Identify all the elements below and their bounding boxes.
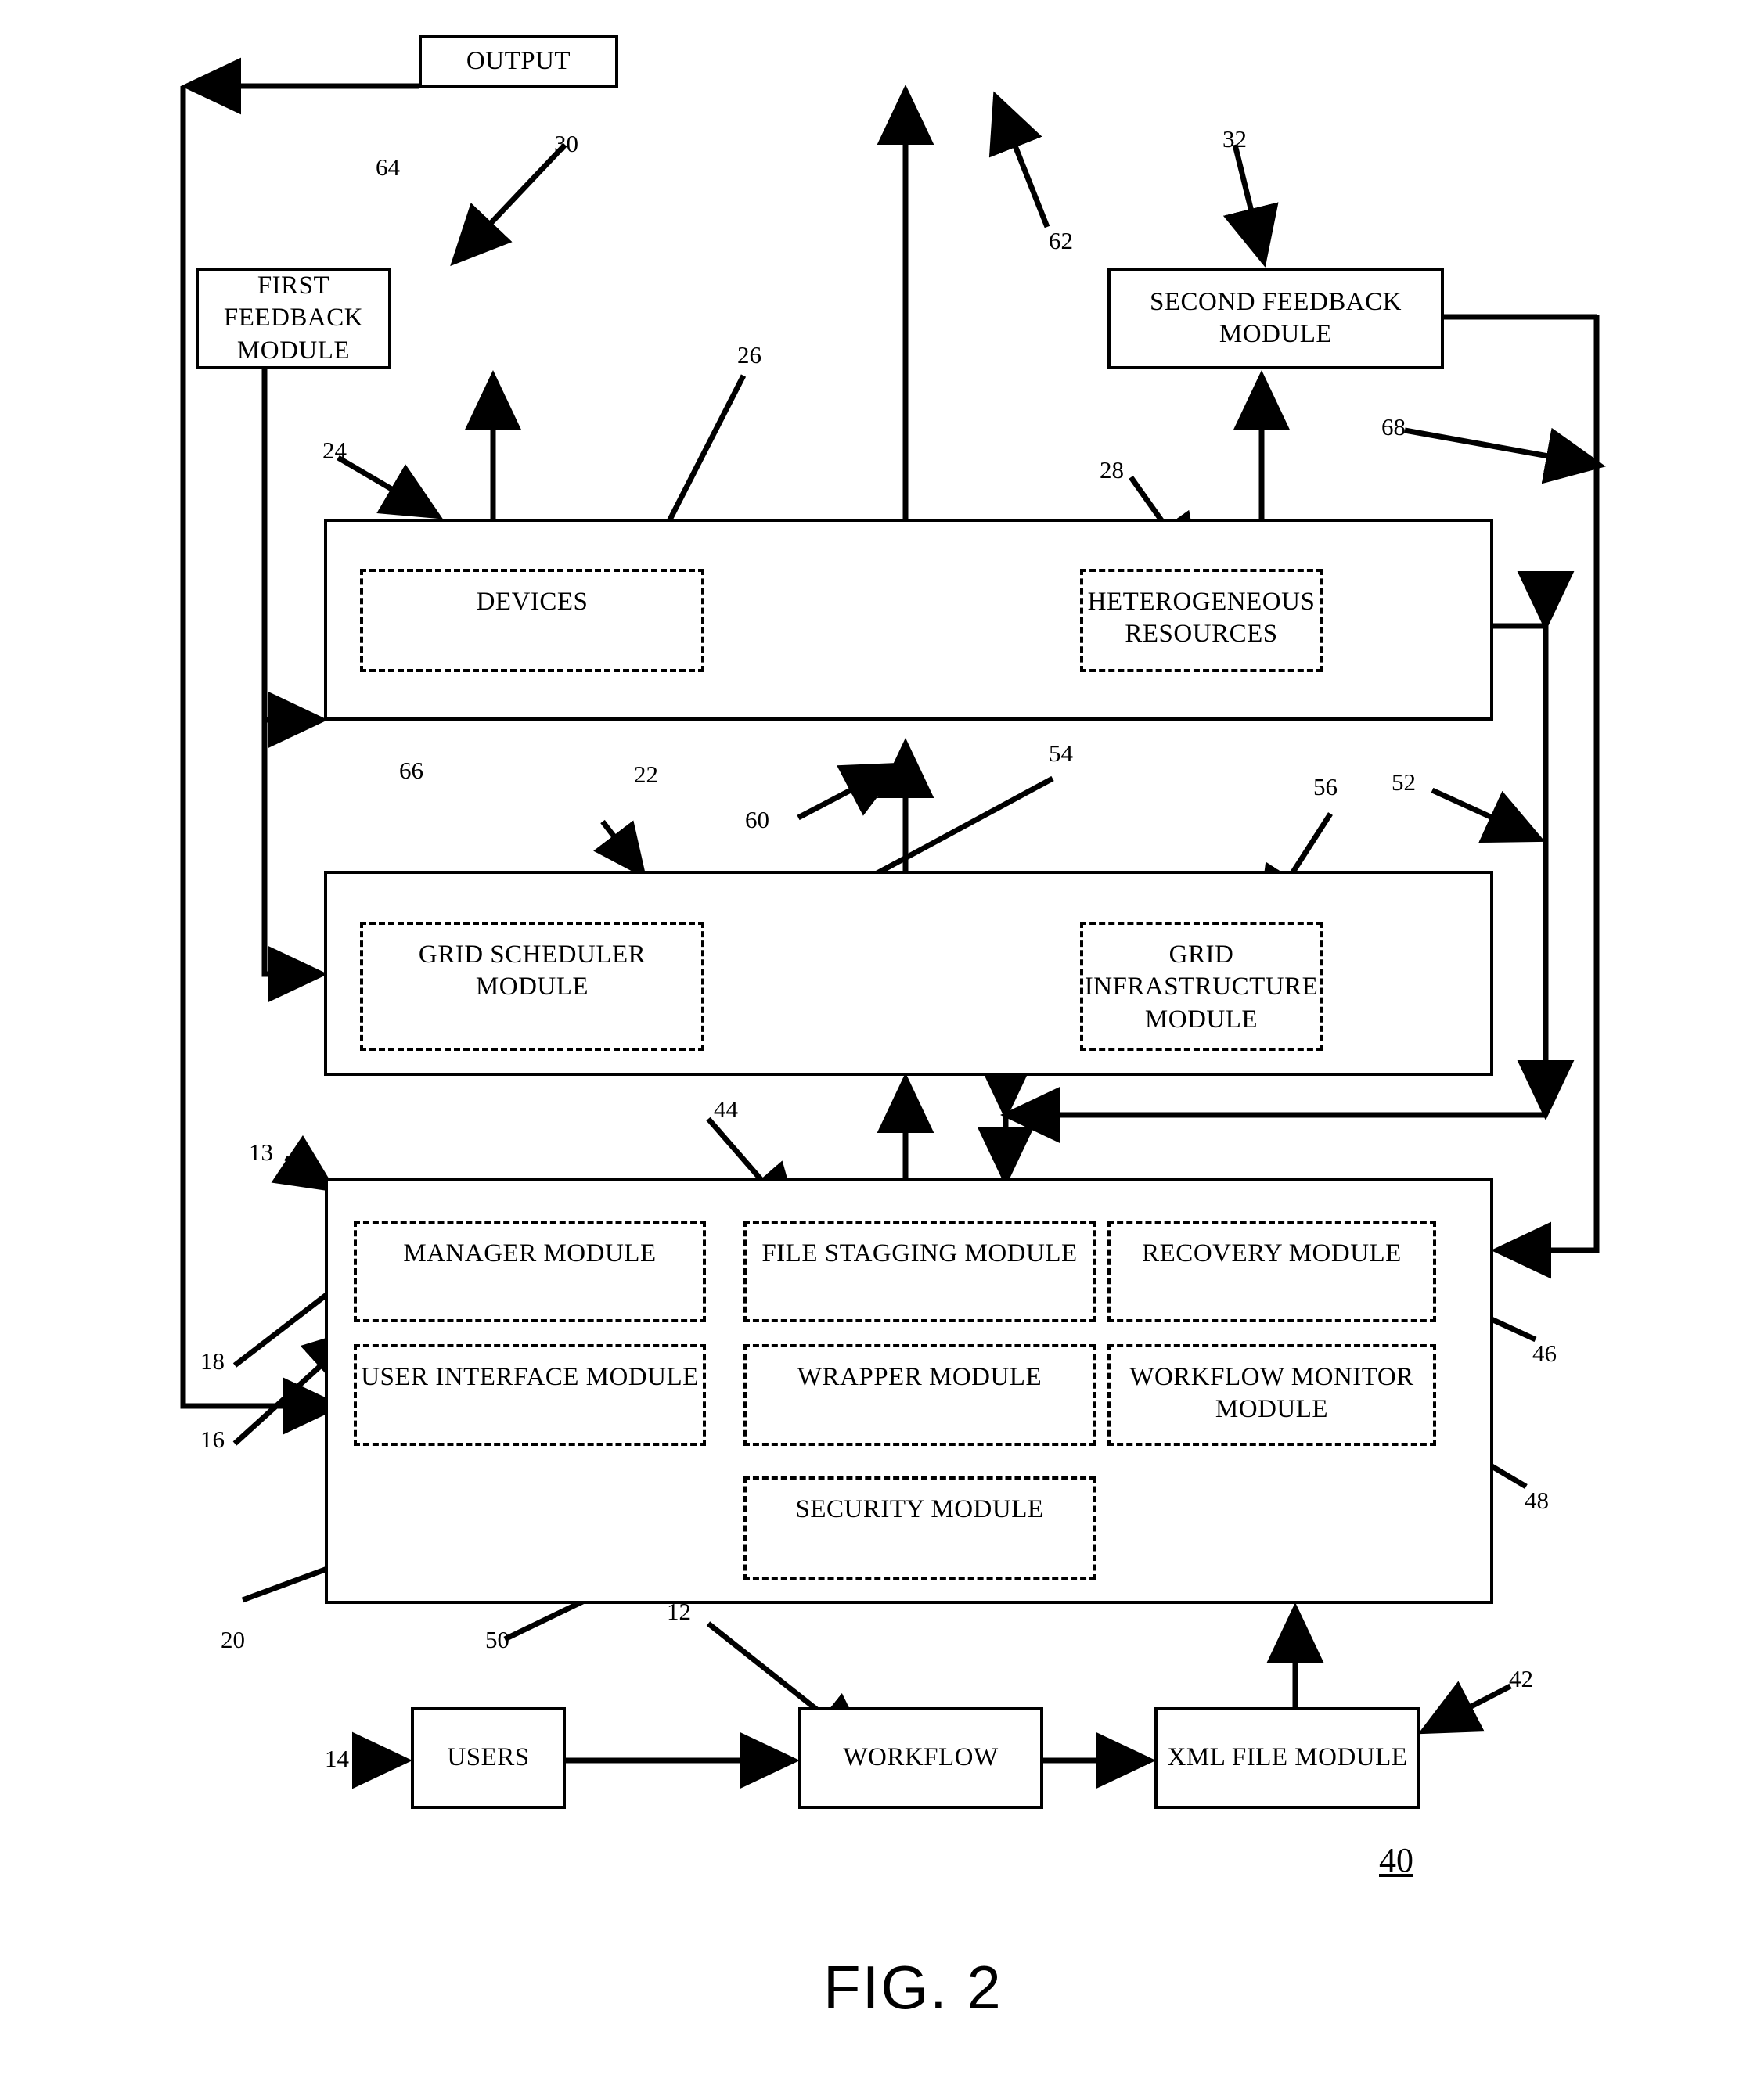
figure-caption: FIG. 2 <box>823 1953 1003 2022</box>
recovery-module-box[interactable]: RECOVERY MODULE <box>1107 1221 1436 1322</box>
ref-56: 56 <box>1313 773 1338 800</box>
workflow-monitor-module-box[interactable]: WORKFLOW MONITOR MODULE <box>1107 1344 1436 1446</box>
ref-48: 48 <box>1525 1487 1549 1514</box>
ref-44: 44 <box>714 1095 738 1123</box>
ref-22: 22 <box>634 761 658 788</box>
ref-26: 26 <box>737 341 761 369</box>
heterogeneous-resources-box[interactable]: HETEROGENEOUS RESOURCES <box>1080 569 1323 672</box>
ref-18: 18 <box>200 1347 225 1375</box>
ref-64: 64 <box>376 153 400 181</box>
second-feedback-module-label: SECOND FEEDBACK MODULE <box>1150 287 1402 348</box>
ref-42: 42 <box>1509 1665 1533 1692</box>
workflow-monitor-module-label: WORKFLOW MONITOR MODULE <box>1129 1363 1414 1424</box>
xml-file-module-label: XML FILE MODULE <box>1167 1743 1408 1772</box>
ref-52: 52 <box>1392 768 1416 796</box>
first-feedback-module-label: FIRST FEEDBACK MODULE <box>223 271 364 365</box>
ref-13: 13 <box>249 1138 273 1166</box>
output-box[interactable]: OUTPUT <box>419 35 618 88</box>
heterogeneous-resources-label: HETEROGENEOUS RESOURCES <box>1087 588 1316 649</box>
ref-54: 54 <box>1049 739 1073 767</box>
first-feedback-module-box[interactable]: FIRST FEEDBACK MODULE <box>196 268 391 369</box>
ref-30: 30 <box>554 130 578 157</box>
ref-24: 24 <box>322 437 347 464</box>
workflow-box[interactable]: WORKFLOW <box>798 1707 1043 1809</box>
recovery-module-label: RECOVERY MODULE <box>1142 1239 1402 1268</box>
grid-scheduler-module-box[interactable]: GRID SCHEDULER MODULE <box>360 922 704 1051</box>
ref-50: 50 <box>485 1626 509 1653</box>
user-interface-module-label: USER INTERFACE MODULE <box>361 1363 699 1391</box>
workflow-label: WORKFLOW <box>843 1743 999 1772</box>
ref-32: 32 <box>1222 125 1247 153</box>
ref-62: 62 <box>1049 227 1073 254</box>
wrapper-module-box[interactable]: WRAPPER MODULE <box>743 1344 1096 1446</box>
figure-canvas: OUTPUT FIRST FEEDBACK MODULE SECOND FEED… <box>0 0 1757 2100</box>
security-module-box[interactable]: SECURITY MODULE <box>743 1476 1096 1580</box>
second-feedback-module-box[interactable]: SECOND FEEDBACK MODULE <box>1107 268 1444 369</box>
grid-infrastructure-module-label: GRID INFRASTRUCTURE MODULE <box>1084 940 1319 1034</box>
users-box[interactable]: USERS <box>411 1707 566 1809</box>
ref-46: 46 <box>1532 1339 1557 1367</box>
manager-module-box[interactable]: MANAGER MODULE <box>354 1221 706 1322</box>
security-module-label: SECURITY MODULE <box>795 1495 1044 1523</box>
ref-16: 16 <box>200 1426 225 1453</box>
file-stagging-module-label: FILE STAGGING MODULE <box>761 1239 1078 1268</box>
ref-20: 20 <box>221 1626 245 1653</box>
output-label: OUTPUT <box>466 47 571 76</box>
users-label: USERS <box>447 1743 530 1772</box>
ref-68: 68 <box>1381 413 1406 440</box>
ref-28: 28 <box>1100 456 1124 484</box>
ref-12: 12 <box>667 1598 691 1625</box>
user-interface-module-box[interactable]: USER INTERFACE MODULE <box>354 1344 706 1446</box>
file-stagging-module-box[interactable]: FILE STAGGING MODULE <box>743 1221 1096 1322</box>
wrapper-module-label: WRAPPER MODULE <box>797 1363 1042 1391</box>
grid-scheduler-module-label: GRID SCHEDULER MODULE <box>418 940 646 1001</box>
xml-file-module-box[interactable]: XML FILE MODULE <box>1154 1707 1420 1809</box>
devices-label: DEVICES <box>476 588 589 616</box>
system-numeral: 40 <box>1379 1841 1413 1879</box>
ref-60: 60 <box>745 806 769 833</box>
devices-box[interactable]: DEVICES <box>360 569 704 672</box>
grid-infrastructure-module-box[interactable]: GRID INFRASTRUCTURE MODULE <box>1080 922 1323 1051</box>
manager-module-label: MANAGER MODULE <box>403 1239 657 1268</box>
ref-14: 14 <box>325 1745 349 1772</box>
ref-66: 66 <box>399 757 423 784</box>
